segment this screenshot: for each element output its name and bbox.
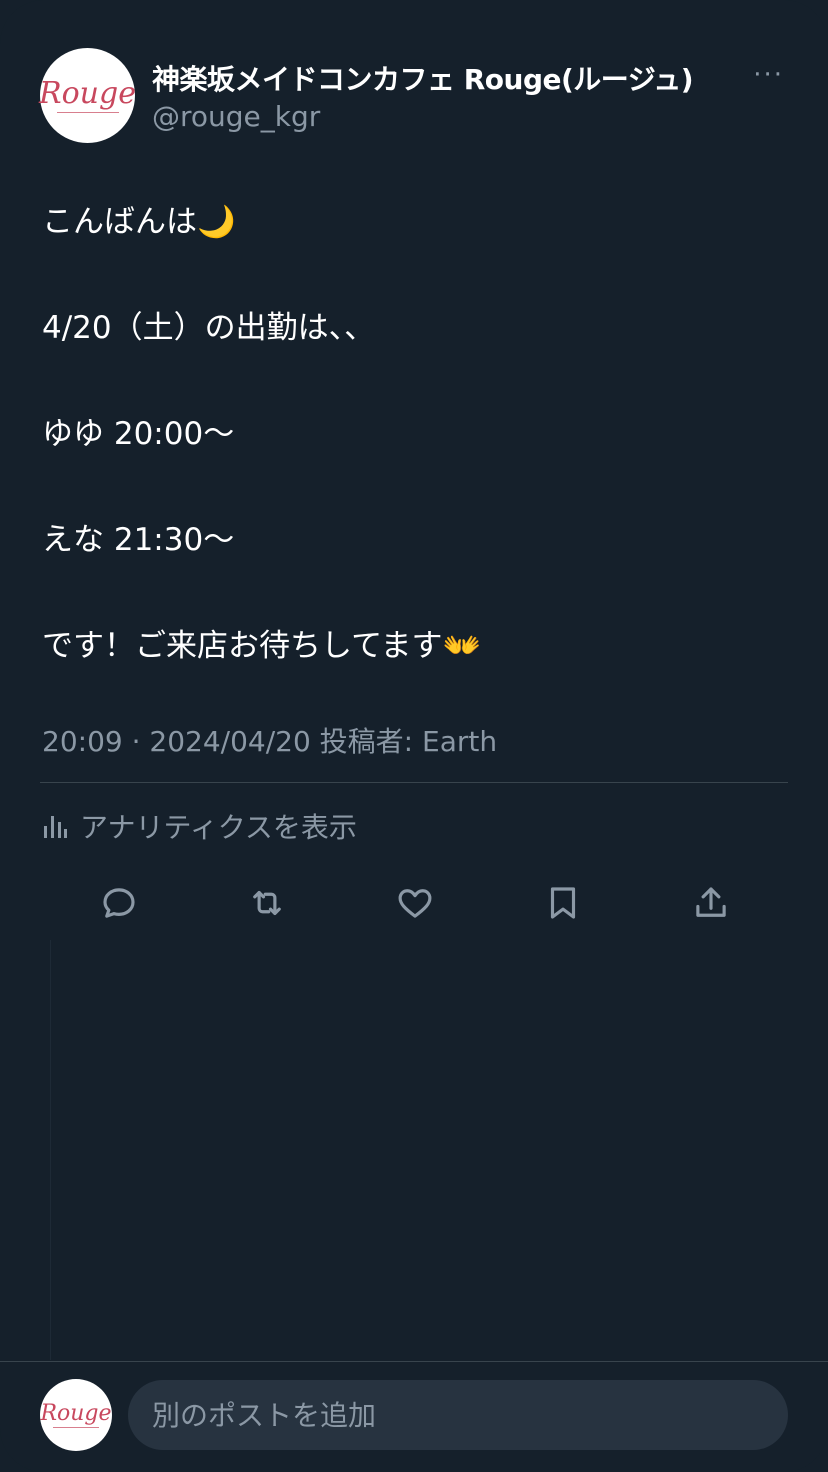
like-icon — [398, 889, 432, 918]
more-options-icon[interactable]: ··· — [753, 62, 784, 88]
repost-button[interactable] — [240, 876, 294, 930]
meta-divider — [40, 782, 788, 783]
post-line-date: 4/20（土）の出勤は、、 — [42, 310, 376, 346]
reply-button[interactable] — [92, 876, 146, 930]
composer-avatar-logo-line — [53, 1426, 99, 1428]
view-analytics-link[interactable]: アナリティクスを表示 — [42, 806, 357, 846]
bookmark-icon — [550, 887, 576, 919]
composer-avatar: Rouge — [40, 1379, 112, 1451]
share-icon — [696, 887, 726, 917]
reply-composer: Rouge — [0, 1362, 828, 1472]
reply-icon — [103, 888, 135, 918]
composer-avatar-logo-text: Rouge — [40, 1400, 112, 1426]
post-line-greeting: こんばんは🌙 — [42, 204, 236, 240]
post-line-shift-ena: えな 21:30～ — [42, 522, 235, 558]
analytics-label: アナリティクスを表示 — [80, 811, 357, 844]
avatar-logo-text: Rouge — [39, 75, 136, 111]
post-timestamp: 20:09 · 2024/04/20 投稿者: Earth — [42, 725, 498, 758]
author-handle[interactable]: @rouge_kgr — [152, 100, 320, 133]
avatar-logo-line — [56, 111, 119, 113]
share-button[interactable] — [684, 876, 738, 930]
author-avatar[interactable]: Rouge — [39, 48, 136, 143]
add-post-input[interactable] — [128, 1380, 788, 1450]
post-line-closing: です！ご来店お待ちしてます👐 — [42, 628, 482, 664]
post-action-bar — [92, 876, 742, 930]
post-detail-screen: Rouge 神楽坂メイドコンカフェ Rouge(ルージュ) @rouge_kgr… — [0, 0, 828, 1472]
post-header: Rouge 神楽坂メイドコンカフェ Rouge(ルージュ) @rouge_kgr… — [39, 48, 798, 144]
like-button[interactable] — [388, 876, 442, 930]
analytics-bars-icon — [44, 816, 67, 838]
post-line-shift-yuyu: ゆゆ 20:00～ — [42, 416, 235, 452]
author-display-name[interactable]: 神楽坂メイドコンカフェ Rouge(ルージュ) — [152, 58, 694, 98]
repost-icon — [253, 890, 281, 916]
bookmark-button[interactable] — [536, 876, 590, 930]
thread-guide-line — [50, 940, 51, 1360]
